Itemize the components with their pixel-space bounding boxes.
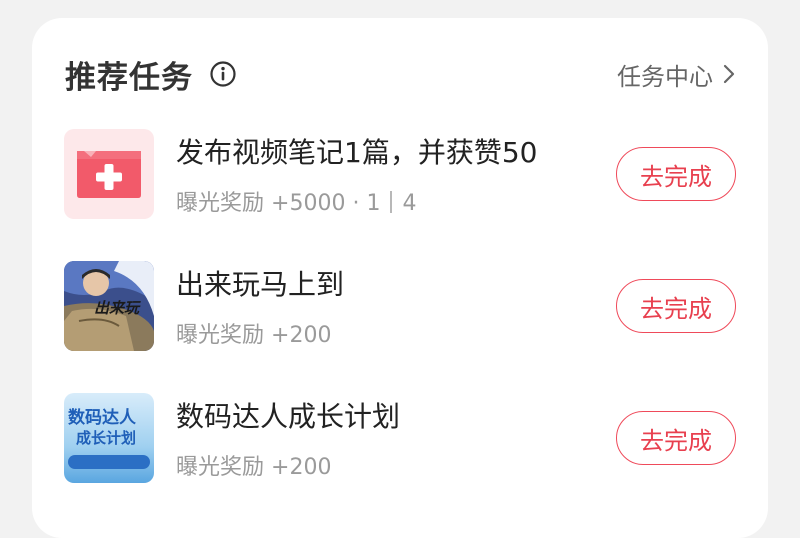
progress-divider bbox=[390, 191, 393, 213]
page-title: 推荐任务 bbox=[65, 59, 193, 96]
task-complete-button[interactable]: 去完成 bbox=[616, 411, 736, 465]
task-complete-button[interactable]: 去完成 bbox=[616, 147, 736, 201]
task-complete-button[interactable]: 去完成 bbox=[616, 279, 736, 333]
reward-label: 曝光奖励 bbox=[176, 323, 265, 348]
card-header: 推荐任务 任务中心 bbox=[65, 52, 735, 96]
task-texts: 数码达人成长计划 曝光奖励 +200 bbox=[176, 395, 400, 481]
video-play-icon bbox=[64, 129, 154, 219]
dot-separator: · bbox=[352, 191, 367, 216]
recommended-tasks-card: 推荐任务 任务中心 发布视频笔记1篇，并获赞50 曝光奖励 +5000 · 1 … bbox=[32, 18, 768, 538]
reward-value: +5000 bbox=[271, 191, 346, 216]
task-texts: 出来玩马上到 曝光奖励 +200 bbox=[176, 263, 344, 349]
reward-value: +200 bbox=[271, 455, 332, 480]
info-icon[interactable] bbox=[209, 60, 237, 88]
reward-label: 曝光奖励 bbox=[176, 455, 265, 480]
thumbnail-text-line-2: 成长计划 bbox=[76, 429, 137, 447]
task-center-link[interactable]: 任务中心 bbox=[617, 57, 735, 92]
thumbnail-text: 出来玩 bbox=[94, 299, 140, 317]
task-item: 发布视频笔记1篇，并获赞50 曝光奖励 +5000 · 14 去完成 bbox=[64, 129, 736, 219]
poster-thumbnail: 数码达人 成长计划 bbox=[64, 393, 154, 483]
reward-value: +200 bbox=[271, 323, 332, 348]
task-item: 出来玩 出来玩马上到 曝光奖励 +200 去完成 bbox=[64, 261, 736, 351]
task-item: 数码达人 成长计划 数码达人成长计划 曝光奖励 +200 去完成 bbox=[64, 393, 736, 483]
task-reward: 曝光奖励 +200 bbox=[176, 449, 400, 481]
task-center-label: 任务中心 bbox=[617, 62, 713, 91]
task-title: 出来玩马上到 bbox=[176, 268, 345, 301]
task-title: 发布视频笔记1篇，并获赞50 bbox=[176, 136, 538, 169]
chevron-right-icon bbox=[723, 64, 735, 84]
photo-thumbnail: 出来玩 bbox=[64, 261, 154, 351]
task-reward: 曝光奖励 +200 bbox=[176, 317, 344, 349]
reward-label: 曝光奖励 bbox=[176, 191, 265, 216]
title-group: 推荐任务 bbox=[65, 52, 237, 97]
task-title: 数码达人成长计划 bbox=[176, 400, 401, 433]
task-texts: 发布视频笔记1篇，并获赞50 曝光奖励 +5000 · 14 bbox=[176, 131, 537, 217]
thumbnail-text-line-1: 数码达人 bbox=[68, 408, 136, 428]
progress-total: 4 bbox=[402, 191, 417, 216]
progress-done: 1 bbox=[366, 191, 381, 216]
task-reward: 曝光奖励 +5000 · 14 bbox=[176, 185, 537, 217]
